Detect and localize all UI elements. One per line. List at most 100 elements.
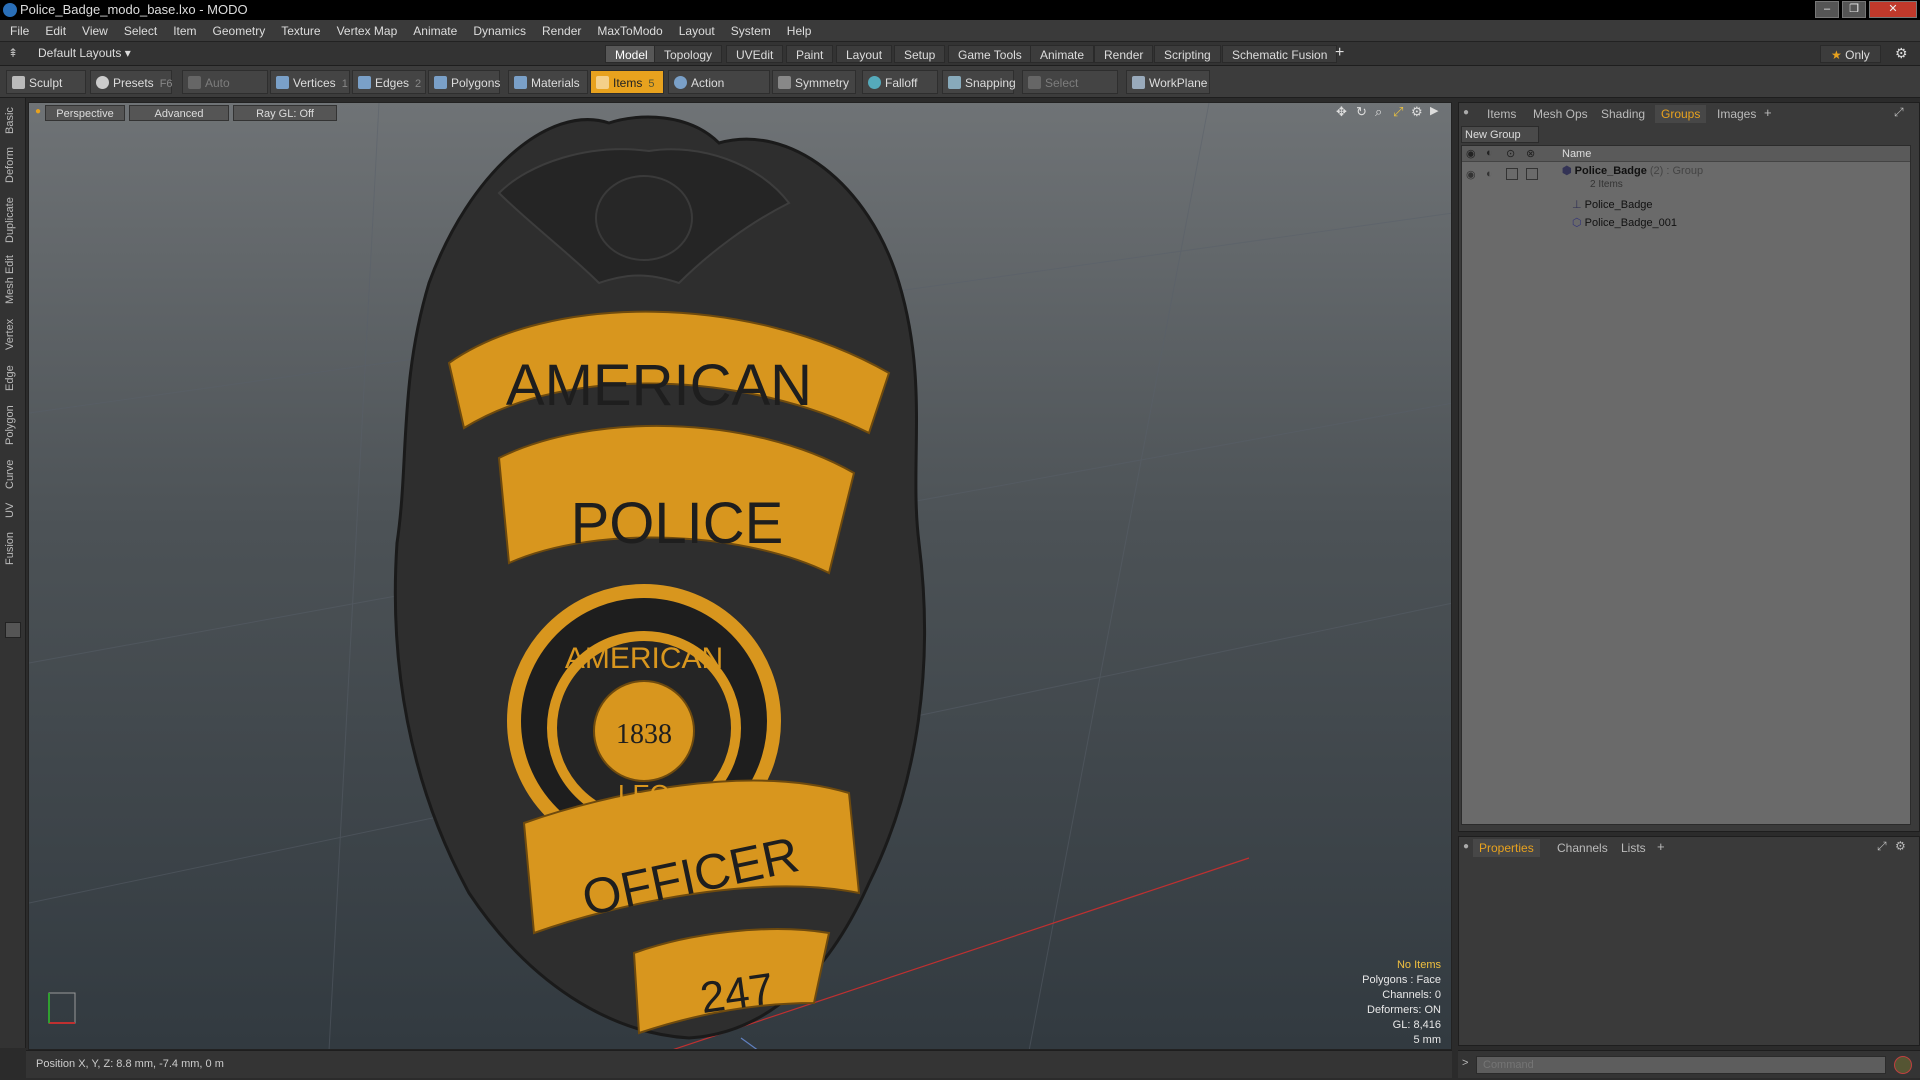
select-through-button[interactable]: Select Through	[1022, 70, 1118, 114]
menu-file[interactable]: File	[0, 20, 37, 42]
command-history-icon[interactable]: >	[1462, 1057, 1468, 1069]
snapping-button[interactable]: Snapping	[942, 70, 1016, 94]
presets-button[interactable]: Presets F6	[90, 70, 173, 94]
tab-shading[interactable]: Shading	[1595, 105, 1651, 123]
gear-icon[interactable]: ⚙	[1895, 839, 1906, 853]
tab-groups[interactable]: Groups	[1655, 105, 1707, 123]
maximize-icon[interactable]: ❐	[1842, 1, 1866, 18]
menu-view[interactable]: View	[74, 20, 116, 42]
menu-item[interactable]: Item	[165, 20, 204, 42]
only-toggle[interactable]: ★ Only	[1820, 45, 1881, 63]
workplane-button[interactable]: WorkPlane	[1126, 70, 1210, 94]
tab-mesh-ops[interactable]: Mesh Ops	[1527, 105, 1594, 123]
panel-expand-icon[interactable]: ⤢	[1877, 839, 1887, 854]
tab-basic[interactable]: Basic	[4, 104, 20, 138]
eye-column-icon[interactable]: ◉	[1466, 147, 1476, 160]
sculpt-button[interactable]: Sculpt	[6, 70, 86, 94]
menu-help[interactable]: Help	[779, 20, 820, 42]
tab-game-tools[interactable]: Game Tools	[948, 45, 1032, 63]
menu-select[interactable]: Select	[116, 20, 165, 42]
tab-mesh-edit[interactable]: Mesh Edit	[4, 252, 20, 308]
shading-mode-button[interactable]: Advanced	[129, 105, 229, 121]
menu-animate[interactable]: Animate	[405, 20, 465, 42]
edges-button[interactable]: Edges 2	[352, 70, 426, 94]
pan-icon[interactable]: ✥	[1336, 104, 1347, 120]
group-visibility-icon[interactable]: ◉	[1466, 168, 1476, 181]
menu-layout[interactable]: Layout	[671, 20, 723, 42]
panel-toggle-icon[interactable]	[5, 622, 21, 638]
close-icon[interactable]: ✕	[1869, 1, 1917, 18]
items-button[interactable]: Items 5	[590, 70, 664, 94]
tab-uvedit[interactable]: UVEdit	[726, 45, 784, 63]
menu-render[interactable]: Render	[534, 20, 589, 42]
zoom-icon[interactable]: ⌕	[1375, 104, 1382, 120]
add-tab-icon[interactable]: +	[1335, 44, 1344, 62]
list-item-police-badge-001[interactable]: ⬡ Police_Badge_001	[1572, 216, 1677, 229]
tab-layout[interactable]: Layout	[836, 45, 893, 63]
tab-edge[interactable]: Edge	[4, 360, 20, 396]
menu-geometry[interactable]: Geometry	[205, 20, 274, 42]
viewport-options-icon[interactable]: ●	[35, 106, 41, 117]
tab-model[interactable]: Model	[605, 45, 658, 63]
gear-icon[interactable]: ⚙	[1895, 45, 1908, 62]
render-column-icon[interactable]: ◐	[1486, 147, 1493, 159]
panel-menu-icon[interactable]: ●	[1463, 841, 1469, 852]
tab-lists[interactable]: Lists	[1615, 839, 1652, 857]
tab-images[interactable]: Images	[1711, 105, 1762, 123]
materials-button[interactable]: Materials	[508, 70, 588, 94]
tab-deform[interactable]: Deform	[4, 142, 20, 188]
auto-select-button[interactable]: Auto Select	[182, 70, 268, 114]
menu-maxtomodo[interactable]: MaxToModo	[589, 20, 670, 42]
tab-scripting[interactable]: Scripting	[1154, 45, 1221, 63]
default-layouts-dropdown[interactable]: Default Layouts ▾	[38, 46, 131, 60]
tab-schematic-fusion[interactable]: Schematic Fusion	[1222, 45, 1338, 63]
command-input[interactable]	[1476, 1056, 1886, 1074]
tab-fusion[interactable]: Fusion	[4, 528, 20, 568]
tab-setup[interactable]: Setup	[894, 45, 946, 63]
menu-texture[interactable]: Texture	[273, 20, 328, 42]
tab-uv[interactable]: UV	[4, 498, 20, 522]
lock-column-icon[interactable]: ⊙	[1506, 147, 1515, 160]
select-column-icon[interactable]: ⊗	[1526, 147, 1535, 160]
tab-paint[interactable]: Paint	[786, 45, 834, 63]
polygons-button[interactable]: Polygons	[428, 70, 500, 94]
rotate-icon[interactable]: ↻	[1356, 104, 1367, 120]
tab-topology[interactable]: Topology	[654, 45, 723, 63]
fit-icon[interactable]: ⤢	[1393, 104, 1403, 120]
tab-vertex[interactable]: Vertex	[4, 314, 20, 354]
collapse-arrow-icon[interactable]: ⇞	[8, 46, 18, 60]
list-item-police-badge[interactable]: ⊥ Police_Badge	[1572, 198, 1653, 211]
action-center-button[interactable]: Action Center	[668, 70, 770, 114]
add-panel-tab-icon[interactable]: +	[1657, 839, 1665, 854]
viewport-settings-icon[interactable]: ⚙	[1411, 104, 1423, 120]
minimize-icon[interactable]: –	[1815, 1, 1839, 18]
tab-polygon[interactable]: Polygon	[4, 402, 20, 448]
new-group-button[interactable]: New Group	[1461, 126, 1539, 143]
tab-properties[interactable]: Properties	[1473, 839, 1540, 857]
falloff-button[interactable]: Falloff	[862, 70, 938, 94]
panel-expand-icon[interactable]: ⤢	[1894, 105, 1904, 120]
viewport-expand-icon[interactable]: ▶	[1430, 104, 1438, 117]
symmetry-button[interactable]: Symmetry	[772, 70, 856, 94]
menu-dynamics[interactable]: Dynamics	[465, 20, 534, 42]
menu-edit[interactable]: Edit	[37, 20, 74, 42]
add-panel-tab-icon[interactable]: +	[1764, 105, 1772, 120]
3d-viewport[interactable]: AMERICAN POLICE AMERICAN 1838 LEO OFFICE…	[28, 102, 1452, 1050]
menu-system[interactable]: System	[723, 20, 779, 42]
tab-items[interactable]: Items	[1481, 105, 1522, 123]
tab-curve[interactable]: Curve	[4, 454, 20, 494]
vertices-button[interactable]: Vertices 1	[270, 70, 350, 94]
perspective-view-button[interactable]: Perspective	[45, 105, 125, 121]
tab-render[interactable]: Render	[1094, 45, 1154, 63]
tab-animate[interactable]: Animate	[1030, 45, 1095, 63]
group-render-icon[interactable]: ◐	[1486, 168, 1493, 180]
raygl-button[interactable]: Ray GL: Off	[233, 105, 337, 121]
menu-vertex-map[interactable]: Vertex Map	[329, 20, 406, 42]
group-row-police-badge[interactable]: ⬢ Police_Badge (2) : Group	[1562, 164, 1703, 177]
record-icon[interactable]	[1894, 1056, 1912, 1074]
panel-menu-icon[interactable]: ●	[1463, 107, 1469, 118]
group-select-checkbox[interactable]	[1526, 168, 1538, 180]
tab-duplicate[interactable]: Duplicate	[4, 194, 20, 246]
group-lock-checkbox[interactable]	[1506, 168, 1518, 180]
tab-channels[interactable]: Channels	[1551, 839, 1614, 857]
